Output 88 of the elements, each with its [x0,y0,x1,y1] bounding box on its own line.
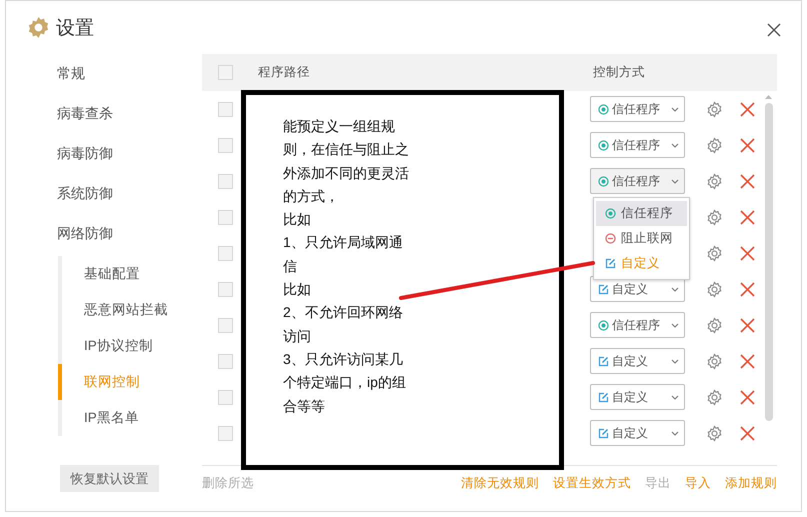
note-line: 的方式， [283,186,340,206]
caret-icon [671,142,679,148]
edit-icon [598,428,609,438]
edit-icon [598,392,609,402]
mode-select[interactable]: 自定义 [590,384,685,410]
settings-icon[interactable] [706,100,723,118]
dropdown-option[interactable]: 信任程序 [596,201,687,226]
sidebar-subitem[interactable]: 基础配置 [58,256,202,292]
sidebar-item[interactable]: 网络防御 [6,214,202,254]
delete-icon[interactable] [740,246,755,260]
sidebar-item[interactable]: 系统防御 [6,174,202,214]
row-checkbox[interactable] [218,426,233,440]
note-line: 信 [283,256,298,276]
caret-icon [671,178,679,184]
delete-icon[interactable] [740,318,755,332]
row-checkbox[interactable] [218,210,233,224]
mode-select[interactable]: 信任程序 [590,96,685,122]
note-line: 个特定端口，ip的组 [283,373,407,392]
edit-icon [598,284,609,294]
note-line: 能预定义一组组规 [283,117,396,136]
delete-icon[interactable] [740,426,755,440]
settings-icon[interactable] [706,244,723,262]
settings-icon[interactable] [706,208,723,226]
settings-icon[interactable] [706,136,723,154]
select-all-checkbox[interactable] [218,65,233,80]
note-line: 外添加不同的更灵活 [283,164,410,183]
note-line: 比如 [283,280,312,300]
restore-defaults-button[interactable]: 恢复默认设置 [60,465,159,492]
delete-icon[interactable] [740,390,755,404]
delete-icon[interactable] [740,210,755,224]
scrollbar-thumb[interactable] [764,103,772,421]
row-checkbox[interactable] [218,246,233,260]
sidebar-subitem[interactable]: IP黑名单 [58,400,202,436]
minus-circle-icon [605,233,616,244]
note-line: 3、只允许访问某几 [283,350,404,369]
note-line: 2、不允许回环网络 [283,303,404,322]
mode-select[interactable]: 信任程序 [590,168,685,194]
radio-dot-icon [598,320,609,330]
delete-icon[interactable] [740,138,755,152]
note-line: 则，在信任与阻止之 [283,140,410,160]
note-line: 合等等 [283,396,326,416]
delete-icon[interactable] [740,282,755,296]
caret-icon [671,358,679,364]
radio-dot-icon [598,176,609,186]
row-checkbox[interactable] [218,354,233,368]
column-header: 程序路径 [258,64,310,81]
row-checkbox[interactable] [218,318,233,332]
mode-select[interactable]: 信任程序 [590,312,685,338]
dropdown-option[interactable]: 阻止联网 [596,226,687,251]
radio-dot-icon [605,208,616,219]
radio-dot-icon [598,140,609,150]
row-checkbox[interactable] [218,138,233,152]
sidebar-subitem[interactable]: 恶意网站拦截 [58,292,202,328]
settings-icon[interactable] [706,352,723,370]
delete-icon[interactable] [740,354,755,368]
row-checkbox[interactable] [218,390,233,404]
sidebar-item[interactable]: 常规 [6,54,202,94]
caret-icon [671,430,679,436]
edit-icon [598,356,609,366]
caret-icon [671,322,679,328]
row-checkbox[interactable] [218,282,233,296]
delete-icon[interactable] [740,174,755,188]
radio-dot-icon [598,104,609,114]
caret-icon [671,286,679,292]
window-title: 设置 [56,16,94,40]
delete-icon[interactable] [740,102,755,116]
settings-icon[interactable] [706,424,723,442]
sidebar-subitem[interactable]: IP协议控制 [58,328,202,364]
mode-select[interactable]: 自定义 [590,348,685,374]
note-line: 1、只允许局域网通 [283,233,404,252]
note-line: 比如 [283,210,312,230]
sidebar-item[interactable]: 病毒查杀 [6,94,202,134]
caret-icon [671,394,679,400]
row-checkbox[interactable] [218,102,233,116]
mode-select[interactable]: 信任程序 [590,132,685,158]
scroll-up-icon[interactable] [765,95,772,99]
settings-icon[interactable] [706,280,723,298]
column-header: 控制方式 [593,64,645,81]
settings-icon[interactable] [706,172,723,190]
note-line: 访问 [283,326,312,346]
edit-icon [605,258,616,269]
settings-icon[interactable] [706,388,723,406]
mode-select[interactable]: 自定义 [590,420,685,446]
settings-icon[interactable] [706,316,723,334]
row-checkbox[interactable] [218,174,233,188]
sidebar-item[interactable]: 病毒防御 [6,134,202,174]
caret-icon [671,106,679,112]
gear-icon [27,16,50,39]
